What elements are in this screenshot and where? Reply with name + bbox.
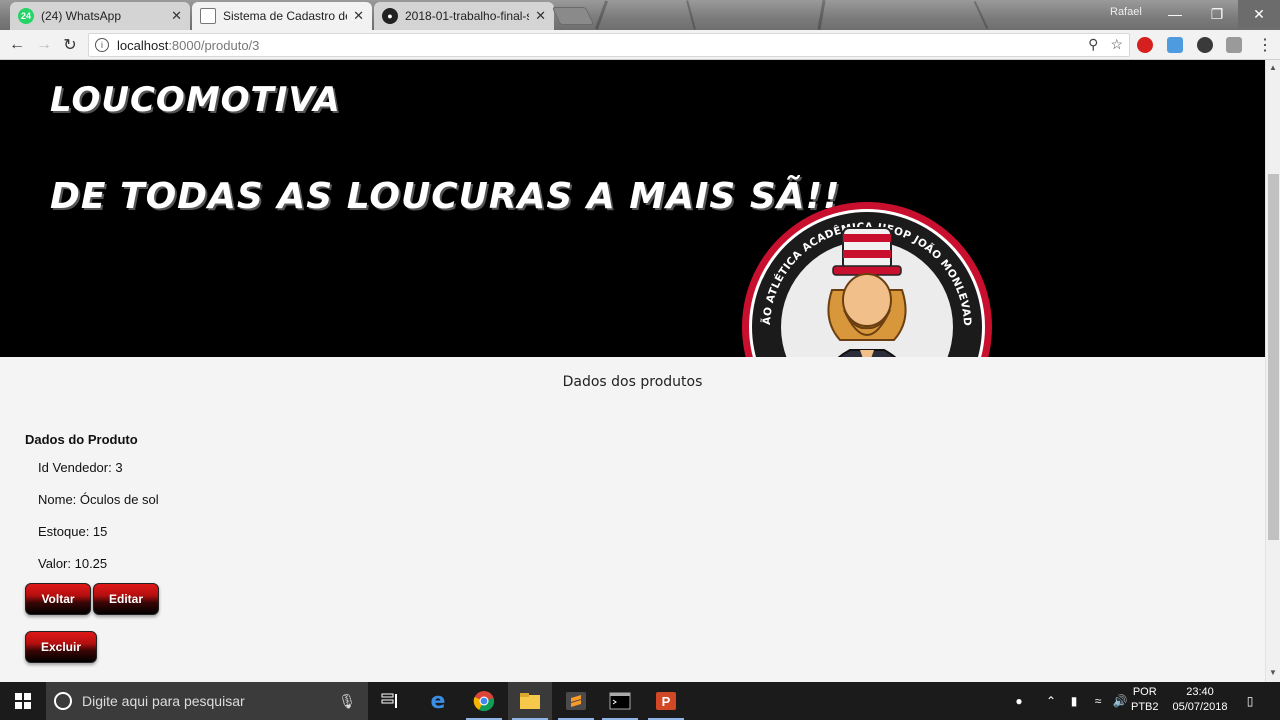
scrollbar-thumb[interactable] bbox=[1268, 174, 1279, 540]
windows-taskbar: Digite aqui para pesquisar 🎙 e P ● ⌃ ▮ ≈… bbox=[0, 682, 1280, 720]
section-title: Dados dos produtos bbox=[562, 374, 703, 390]
document-icon bbox=[200, 8, 216, 24]
field-valor: Valor: 10.25 bbox=[38, 556, 108, 571]
cortana-icon bbox=[54, 692, 72, 710]
wifi-icon[interactable]: ≈ bbox=[1088, 682, 1108, 720]
start-button[interactable] bbox=[0, 682, 46, 720]
url-path: :8000/produto/3 bbox=[168, 37, 260, 53]
taskbar-search-placeholder: Digite aqui para pesquisar bbox=[82, 693, 245, 709]
restore-icon[interactable]: ❐ bbox=[1196, 0, 1238, 28]
system-clock[interactable]: 23:40 05/07/2018 bbox=[1167, 685, 1233, 715]
close-tab-icon[interactable]: ✕ bbox=[535, 8, 546, 24]
volume-icon[interactable]: 🔊 bbox=[1110, 682, 1130, 720]
tab-title: (24) WhatsApp bbox=[41, 9, 122, 23]
extension-blue-icon[interactable] bbox=[1167, 37, 1183, 53]
battery-icon[interactable]: ▮ bbox=[1064, 682, 1084, 720]
site-title: LOUCOMOTIVA bbox=[50, 80, 341, 120]
keyboard-layout: PTB2 bbox=[1131, 701, 1159, 713]
background-tree-branch bbox=[594, 0, 609, 30]
people-icon[interactable]: ● bbox=[1008, 682, 1030, 720]
scroll-down-arrow-icon[interactable]: ▼ bbox=[1269, 668, 1277, 677]
powerpoint-icon[interactable]: P bbox=[644, 682, 688, 720]
close-tab-icon[interactable]: ✕ bbox=[353, 8, 364, 24]
action-center-icon[interactable]: ▯ bbox=[1238, 682, 1262, 720]
address-bar[interactable]: i localhost:8000/produto/3 ⚲ ☆ bbox=[88, 33, 1130, 57]
page-scrollbar[interactable]: ▲ ▼ bbox=[1265, 60, 1280, 682]
input-language[interactable]: POR PTB2 bbox=[1131, 685, 1159, 715]
card-title: Dados do Produto bbox=[25, 432, 138, 447]
chrome-icon[interactable] bbox=[462, 682, 506, 720]
clock-date: 05/07/2018 bbox=[1172, 701, 1228, 713]
bookmark-star-icon[interactable]: ☆ bbox=[1110, 36, 1123, 53]
forward-arrow-icon[interactable]: → bbox=[33, 34, 55, 56]
browser-tab-strip: 24 (24) WhatsApp ✕ Sistema de Cadastro d… bbox=[0, 0, 1280, 30]
language-code: POR bbox=[1132, 686, 1157, 698]
minimize-icon[interactable]: — bbox=[1154, 0, 1196, 28]
extension-dark-icon[interactable] bbox=[1197, 37, 1213, 53]
sublime-text-icon[interactable] bbox=[554, 682, 598, 720]
page-viewport: LOUCOMOTIVA DE TODAS AS LOUCURAS A MAIS … bbox=[0, 60, 1265, 682]
association-logo: ASSOCIAÇÃO ATLÉTICA ACADÊMICA UFOP JOÃO … bbox=[740, 200, 992, 357]
show-hidden-icons-chevron-icon[interactable]: ⌃ bbox=[1042, 682, 1060, 720]
taskbar-search-box[interactable]: Digite aqui para pesquisar 🎙 bbox=[46, 682, 368, 720]
reload-icon[interactable]: ↻ bbox=[59, 34, 81, 56]
field-id-vendedor: Id Vendedor: 3 bbox=[38, 460, 123, 475]
chrome-menu-icon[interactable]: ⋮ bbox=[1254, 34, 1276, 56]
profile-name[interactable]: Rafael bbox=[1110, 6, 1142, 18]
github-icon: ● bbox=[382, 8, 398, 24]
extension-gray-icon[interactable] bbox=[1226, 37, 1242, 53]
whatsapp-icon: 24 bbox=[18, 8, 34, 24]
tab-title: Sistema de Cadastro de bbox=[223, 9, 348, 23]
tab-whatsapp[interactable]: 24 (24) WhatsApp ✕ bbox=[10, 2, 190, 30]
svg-text:P: P bbox=[662, 694, 671, 709]
tab-github[interactable]: ● 2018-01-trabalho-final-s ✕ bbox=[374, 2, 554, 30]
windows-logo-icon bbox=[15, 693, 31, 709]
task-view-icon[interactable] bbox=[368, 682, 412, 720]
background-tree-branch bbox=[817, 0, 826, 30]
zoom-icon[interactable]: ⚲ bbox=[1088, 36, 1098, 53]
site-slogan: DE TODAS AS LOUCURAS A MAIS SÃ!! bbox=[50, 176, 841, 217]
close-window-icon[interactable]: ✕ bbox=[1238, 0, 1280, 28]
excluir-button[interactable]: Excluir bbox=[25, 631, 97, 663]
clock-time: 23:40 bbox=[1186, 686, 1214, 698]
browser-toolbar: ← → ↻ i localhost:8000/produto/3 ⚲ ☆ ⋮ bbox=[0, 30, 1280, 60]
site-info-icon[interactable]: i bbox=[95, 38, 109, 52]
tab-title: 2018-01-trabalho-final-s bbox=[405, 9, 530, 23]
url-host: localhost bbox=[117, 37, 169, 53]
new-tab-button[interactable] bbox=[551, 7, 595, 25]
edge-browser-icon[interactable]: e bbox=[416, 682, 460, 720]
field-estoque: Estoque: 15 bbox=[38, 524, 108, 539]
header-banner: LOUCOMOTIVA DE TODAS AS LOUCURAS A MAIS … bbox=[0, 60, 1265, 357]
background-tree-branch bbox=[973, 0, 989, 30]
close-tab-icon[interactable]: ✕ bbox=[171, 8, 182, 24]
back-arrow-icon[interactable]: ← bbox=[6, 34, 28, 56]
terminal-icon[interactable] bbox=[598, 682, 642, 720]
voltar-button[interactable]: Voltar bbox=[25, 583, 91, 615]
file-explorer-icon[interactable] bbox=[508, 682, 552, 720]
tab-sistema-cadastro[interactable]: Sistema de Cadastro de ✕ bbox=[192, 2, 372, 30]
extension-stop-icon[interactable] bbox=[1137, 37, 1153, 53]
microphone-icon[interactable]: 🎙 bbox=[338, 693, 356, 710]
background-tree-branch bbox=[686, 0, 696, 30]
editar-button[interactable]: Editar bbox=[93, 583, 159, 615]
field-nome: Nome: Óculos de sol bbox=[38, 492, 159, 507]
scroll-up-arrow-icon[interactable]: ▲ bbox=[1269, 63, 1277, 72]
